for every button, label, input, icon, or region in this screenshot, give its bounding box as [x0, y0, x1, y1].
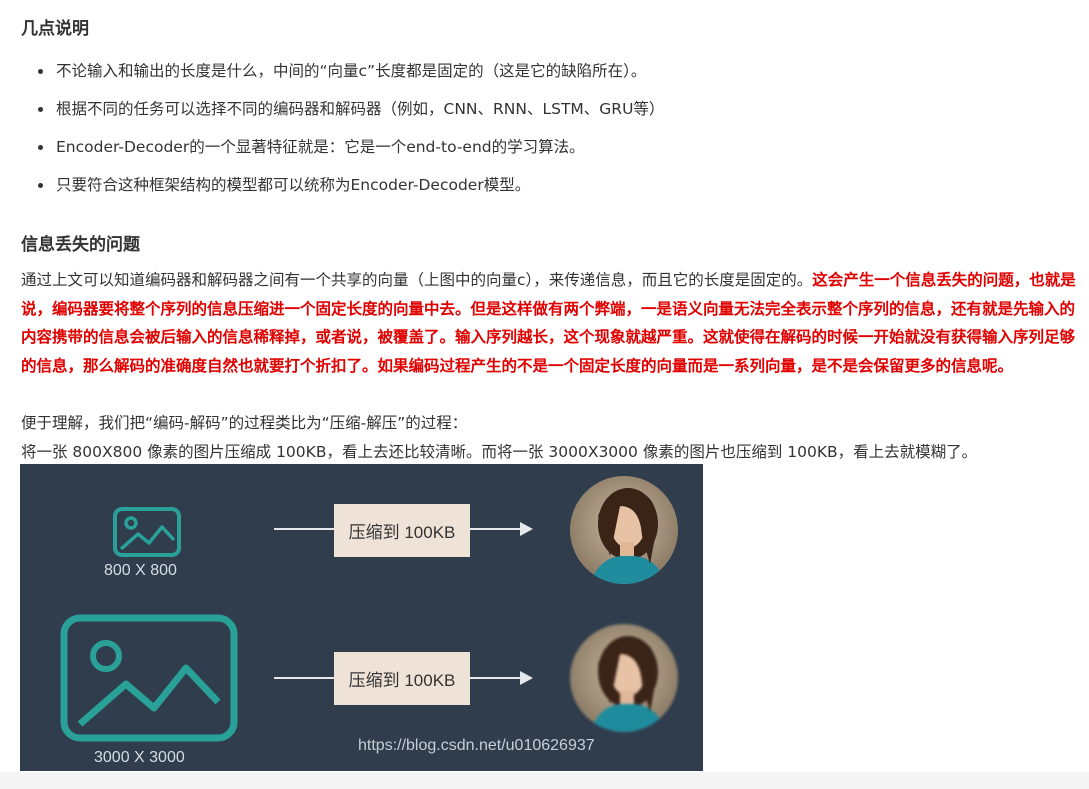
- watermark: https://blog.csdn.net/u010626937: [358, 737, 595, 754]
- list-item: 根据不同的任务可以选择不同的编码器和解码器（例如，CNN、RNN、LSTM、GR…: [0, 96, 664, 134]
- analogy-line: 便于理解，我们把“编码-解码”的过程类比为“压缩-解压”的过程：: [21, 414, 468, 432]
- large-image-icon: [60, 614, 238, 742]
- heading-info-loss: 信息丢失的问题: [21, 235, 140, 255]
- compress-box-top: 压缩到 100KB: [334, 504, 470, 557]
- list-item: 只要符合这种框架结构的模型都可以统称为Encoder-Decoder模型。: [0, 172, 664, 210]
- bullet-dot: [38, 107, 43, 112]
- compress-box-bottom: 压缩到 100KB: [334, 652, 470, 705]
- paragraph-text: 通过上文可以知道编码器和解码器之间有一个共享的向量（上图中的向量c），来传递信息…: [21, 271, 813, 289]
- bullet-dot: [38, 69, 43, 74]
- arrow-line: [274, 528, 334, 530]
- large-size-label: 3000 X 3000: [94, 749, 185, 766]
- small-image-icon: [113, 507, 181, 557]
- small-size-label: 800 X 800: [104, 562, 177, 579]
- page-bottom-bar: [0, 772, 1089, 789]
- portrait-clear: [570, 476, 678, 584]
- arrow-line: [274, 677, 334, 679]
- bullet-dot: [38, 183, 43, 188]
- example-line: 将一张 800X800 像素的图片压缩成 100KB，看上去还比较清晰。而将一张…: [21, 443, 978, 461]
- arrow-head: [520, 671, 533, 685]
- list-item: Encoder-Decoder的一个显著特征就是：它是一个end-to-end的…: [0, 134, 664, 172]
- arrow-line: [470, 528, 524, 530]
- bullet-dot: [38, 145, 43, 150]
- compression-figure: 800 X 800 压缩到 100KB 3000 X 3000 压缩到 100K…: [20, 464, 703, 771]
- arrow-head: [520, 522, 533, 536]
- heading-notes: 几点说明: [21, 19, 89, 39]
- arrow-line: [470, 677, 524, 679]
- list-item: 不论输入和输出的长度是什么，中间的“向量c”长度都是固定的（这是它的缺陷所在）。: [0, 58, 664, 96]
- notes-list: 不论输入和输出的长度是什么，中间的“向量c”长度都是固定的（这是它的缺陷所在）。…: [0, 58, 664, 210]
- info-loss-paragraph: 通过上文可以知道编码器和解码器之间有一个共享的向量（上图中的向量c），来传递信息…: [21, 266, 1083, 380]
- portrait-blurry: [570, 624, 678, 732]
